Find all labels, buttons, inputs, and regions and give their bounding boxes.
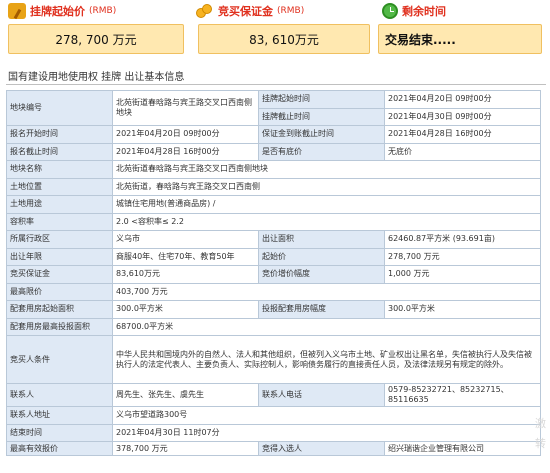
table-row: 联系人 周先生、张先生、虞先生 联系人电话 0579-85232721、8523… [6, 383, 541, 407]
increment-value: 1,000 万元 [384, 265, 541, 284]
land-details-table: 地块编号 北苑街道春晗路与宾王路交叉口西南侧地块 挂牌起始时间 2021年04月… [6, 90, 541, 456]
summary-bar: 挂牌起始价 (RMB) 278, 700 万元 竞买保证金 (RMB) 83, … [0, 0, 550, 62]
registration-start-value: 2021年04月20日 09时00分 [112, 125, 259, 144]
support-area-max-label: 配套用房最高投报面积 [6, 317, 113, 336]
table-row: 配套用房起始面积 300.0平方米 投报配套用房幅度 300.0平方米 [6, 300, 541, 319]
listing-end-value: 2021年04月30日 09时00分 [384, 107, 541, 126]
table-row: 地块名称 北苑街道春晗路与宾王路交叉口西南侧地块 [6, 160, 541, 179]
support-area-max-value: 68700.0平方米 [112, 317, 541, 336]
support-area-step-label: 投报配套用房幅度 [258, 300, 385, 319]
contact-value: 周先生、张先生、虞先生 [112, 383, 259, 407]
table-row: 地块编号 北苑街道春晗路与宾王路交叉口西南侧地块 挂牌起始时间 2021年04月… [6, 90, 541, 126]
max-price-label: 最高限价 [6, 282, 113, 301]
remaining-summary: 剩余时间 交易结束..... [378, 0, 542, 54]
table-row: 容积率 2.0 <容积率≤ 2.2 [6, 212, 541, 231]
table-row: 报名开始时间 2021年04月20日 09时00分 保证金到账截止时间 2021… [6, 125, 541, 144]
table-row: 联系人地址 义乌市望道路300号 [6, 406, 541, 425]
area-value: 62460.87平方米 (93.691亩) [384, 230, 541, 249]
watermark: 激 转 [535, 414, 546, 454]
deposit-summary: 竞买保证金 (RMB) 83, 610万元 [190, 0, 370, 54]
listing-start-label: 挂牌起始时间 [258, 90, 385, 109]
section-divider [6, 84, 546, 85]
registration-end-label: 报名截止时间 [6, 142, 113, 161]
hammer-icon [8, 3, 26, 19]
table-row: 出让年限 商服40年、住宅70年、教育50年 起始价 278,700 万元 [6, 247, 541, 266]
table-row: 配套用房最高投报面积 68700.0平方米 [6, 317, 541, 336]
deposit-unit: (RMB) [277, 6, 305, 16]
land-location-value: 北苑街道，春晗路与宾王路交叉口西南侧 [112, 177, 541, 196]
area-label: 出让面积 [258, 230, 385, 249]
reserve-price-label: 是否有底价 [258, 142, 385, 161]
registration-start-label: 报名开始时间 [6, 125, 113, 144]
registration-end-value: 2021年04月28日 16时00分 [112, 142, 259, 161]
table-row: 土地用途 城镇住宅用地(普通商品房) / [6, 195, 541, 214]
contact-phone-value: 0579-85232721、85232715、85116635 [384, 383, 541, 407]
plot-ratio-value: 2.0 <容积率≤ 2.2 [112, 212, 541, 231]
watermark-line-1: 激 [535, 417, 546, 430]
land-location-label: 土地位置 [6, 177, 113, 196]
table-row: 所属行政区 义乌市 出让面积 62460.87平方米 (93.691亩) [6, 230, 541, 249]
start-price-value: 278, 700 万元 [8, 24, 184, 54]
start-price-label: 起始价 [258, 247, 385, 266]
table-row: 结束时间 2021年04月30日 11时07分 [6, 423, 541, 442]
deposit-value: 83, 610万元 [198, 24, 370, 54]
section-title: 国有建设用地使用权 挂牌 出让基本信息 [8, 72, 185, 83]
max-price-value: 403,700 万元 [112, 282, 541, 301]
end-time-label: 结束时间 [6, 423, 113, 442]
listing-end-label: 挂牌截止时间 [258, 107, 385, 126]
support-area-step-value: 300.0平方米 [384, 300, 541, 319]
deposit-label: 竞买保证金 [6, 265, 113, 284]
bidder-conditions-value: 中华人民共和国境内外的自然人、法人和其他组织，但被列入义乌市土地、矿业权出让黑名… [112, 335, 541, 384]
deposit-deadline-label: 保证金到账截止时间 [258, 125, 385, 144]
support-area-start-label: 配套用房起始面积 [6, 300, 113, 319]
deposit-cell: 83,610万元 [112, 265, 259, 284]
winner-value: 绍兴瑞谐企业管理有限公司 [384, 441, 541, 456]
top-bid-value: 378,700 万元 [112, 441, 259, 456]
district-label: 所属行政区 [6, 230, 113, 249]
term-value: 商服40年、住宅70年、教育50年 [112, 247, 259, 266]
plot-ratio-label: 容积率 [6, 212, 113, 231]
remaining-value: 交易结束..... [378, 24, 542, 54]
table-row: 土地位置 北苑街道，春晗路与宾王路交叉口西南侧 [6, 177, 541, 196]
land-use-label: 土地用途 [6, 195, 113, 214]
increment-label: 竞价增价幅度 [258, 265, 385, 284]
coins-icon [196, 3, 214, 19]
parcel-number-label: 地块编号 [6, 90, 113, 126]
reserve-price-value: 无底价 [384, 142, 541, 161]
parcel-name-label: 地块名称 [6, 160, 113, 179]
deposit-title: 竞买保证金 [218, 5, 273, 18]
land-use-value: 城镇住宅用地(普通商品房) / [112, 195, 541, 214]
parcel-name-value: 北苑街道春晗路与宾王路交叉口西南侧地块 [112, 160, 541, 179]
contact-label: 联系人 [6, 383, 113, 407]
end-time-value: 2021年04月30日 11时07分 [112, 423, 541, 442]
start-price-cell: 278,700 万元 [384, 247, 541, 266]
table-row: 竞买保证金 83,610万元 竞价增价幅度 1,000 万元 [6, 265, 541, 284]
clock-icon [382, 3, 398, 19]
start-price-title: 挂牌起始价 [30, 5, 85, 18]
contact-address-value: 义乌市望道路300号 [112, 406, 541, 425]
table-row: 最高有效报价 378,700 万元 竞得入选人 绍兴瑞谐企业管理有限公司 [6, 441, 541, 456]
support-area-start-value: 300.0平方米 [112, 300, 259, 319]
start-price-unit: (RMB) [89, 6, 117, 16]
term-label: 出让年限 [6, 247, 113, 266]
deposit-deadline-value: 2021年04月28日 16时00分 [384, 125, 541, 144]
watermark-line-2: 转 [535, 437, 546, 450]
winner-label: 竞得入选人 [258, 441, 385, 456]
contact-phone-label: 联系人电话 [258, 383, 385, 407]
contact-address-label: 联系人地址 [6, 406, 113, 425]
table-row: 竞买人条件 中华人民共和国境内外的自然人、法人和其他组织，但被列入义乌市土地、矿… [6, 335, 541, 384]
remaining-title: 剩余时间 [402, 5, 446, 18]
top-bid-label: 最高有效报价 [6, 441, 113, 456]
listing-start-value: 2021年04月20日 09时00分 [384, 90, 541, 109]
district-value: 义乌市 [112, 230, 259, 249]
start-price-summary: 挂牌起始价 (RMB) 278, 700 万元 [6, 0, 184, 54]
bidder-conditions-label: 竞买人条件 [6, 335, 113, 384]
table-row: 报名截止时间 2021年04月28日 16时00分 是否有底价 无底价 [6, 142, 541, 161]
parcel-number-value: 北苑街道春晗路与宾王路交叉口西南侧地块 [112, 90, 259, 126]
table-row: 最高限价 403,700 万元 [6, 282, 541, 301]
